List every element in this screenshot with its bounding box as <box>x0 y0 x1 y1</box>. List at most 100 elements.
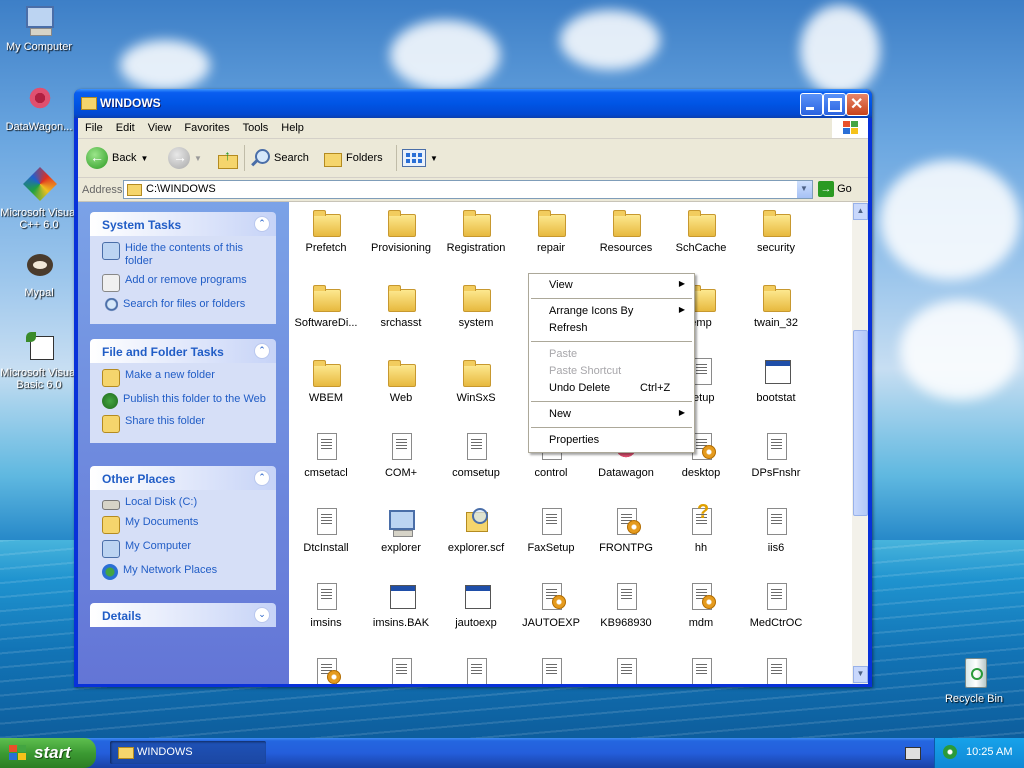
file-item[interactable]: MedCtrOC <box>739 581 813 629</box>
other-places-header[interactable]: Other Places ⌃ <box>90 466 276 490</box>
minimize-button[interactable] <box>800 93 823 116</box>
place-my-computer[interactable]: My Computer <box>102 540 268 558</box>
system-tasks-header[interactable]: System Tasks ⌃ <box>90 212 276 236</box>
task-share-folder[interactable]: Share this folder <box>102 415 268 433</box>
file-item[interactable] <box>514 656 588 684</box>
taskbar-window-button[interactable]: WINDOWS <box>110 741 266 764</box>
folders-button[interactable]: Folders <box>322 146 383 170</box>
keyboard-icon[interactable] <box>905 747 921 760</box>
collapse-icon[interactable]: ⌃ <box>254 470 270 486</box>
file-item[interactable]: repair <box>514 206 588 254</box>
file-item[interactable]: comsetup <box>439 431 513 479</box>
file-item[interactable]: SchCache <box>664 206 738 254</box>
file-item[interactable] <box>589 656 663 684</box>
file-item[interactable]: Registration <box>439 206 513 254</box>
place-my-network-places[interactable]: My Network Places <box>102 564 268 580</box>
file-item[interactable]: Resources <box>589 206 663 254</box>
scrollbar-thumb[interactable] <box>853 330 868 516</box>
desktop-icon-datawagon[interactable]: DataWagon... <box>0 84 78 133</box>
file-item[interactable]: bootstat <box>739 356 813 404</box>
task-add-remove-programs[interactable]: Add or remove programs <box>102 274 268 292</box>
menu-file[interactable]: File <box>78 118 109 134</box>
collapse-icon[interactable]: ⌃ <box>254 216 270 232</box>
menu-tools[interactable]: Tools <box>236 118 275 134</box>
forward-button[interactable]: → ▼ <box>168 146 202 170</box>
task-search-files[interactable]: Search for files or folders <box>102 298 268 314</box>
file-item[interactable]: DPsFnshr <box>739 431 813 479</box>
file-item[interactable]: FaxSetup <box>514 506 588 554</box>
expand-icon[interactable]: ⌄ <box>254 607 270 623</box>
file-item[interactable]: FRONTPG <box>589 506 663 554</box>
file-item[interactable]: Provisioning <box>364 206 438 254</box>
file-item[interactable]: Web <box>364 356 438 404</box>
vertical-scrollbar[interactable]: ▲ ▼ <box>852 202 868 684</box>
file-item[interactable]: COM+ <box>364 431 438 479</box>
file-item[interactable]: security <box>739 206 813 254</box>
task-hide-contents[interactable]: Hide the contents of this folder <box>102 242 268 268</box>
file-item[interactable]: Prefetch <box>289 206 363 254</box>
task-make-new-folder[interactable]: Make a new folder <box>102 369 268 387</box>
panel-title: Other Places <box>102 472 176 486</box>
file-item[interactable]: ? hh <box>664 502 738 554</box>
close-button[interactable]: ✕ <box>846 93 869 116</box>
menu-edit[interactable]: Edit <box>109 118 141 134</box>
desktop-icon-recycle-bin[interactable]: Recycle Bin <box>935 656 1013 705</box>
place-my-documents[interactable]: My Documents <box>102 516 268 534</box>
file-folder-tasks-header[interactable]: File and Folder Tasks ⌃ <box>90 339 276 363</box>
context-menu-refresh[interactable]: Refresh <box>530 320 693 337</box>
address-dropdown-button[interactable]: ▼ <box>797 181 812 198</box>
file-item[interactable]: imsins.BAK <box>364 581 438 629</box>
file-item[interactable]: mdm <box>664 581 738 629</box>
file-item[interactable]: twain_32 <box>739 281 813 329</box>
file-item[interactable] <box>664 656 738 684</box>
context-menu-new[interactable]: New ▶ <box>530 406 693 423</box>
file-item[interactable]: WinSxS <box>439 356 513 404</box>
file-item[interactable] <box>364 656 438 684</box>
file-item[interactable]: KB968930 <box>589 581 663 629</box>
explorer-window: WINDOWS ✕ File Edit View Favorites Tools Help… <box>74 89 872 687</box>
details-header[interactable]: Details ⌄ <box>90 603 276 627</box>
file-item[interactable]: SoftwareDi... <box>289 281 363 329</box>
title-bar[interactable]: WINDOWS ✕ <box>74 89 872 118</box>
menu-favorites[interactable]: Favorites <box>177 118 235 134</box>
file-item[interactable]: jautoexp <box>439 581 513 629</box>
file-item[interactable]: JAUTOEXP <box>514 581 588 629</box>
file-item[interactable]: srchasst <box>364 281 438 329</box>
task-publish-to-web[interactable]: Publish this folder to the Web <box>102 393 268 409</box>
desktop-icon-mypal[interactable]: Mypal <box>0 250 78 299</box>
collapse-icon[interactable]: ⌃ <box>254 343 270 359</box>
maximize-button[interactable] <box>823 93 846 116</box>
desktop-icon-visual-cpp[interactable]: Microsoft Visual C++ 6.0 <box>0 167 78 231</box>
clock[interactable]: 10:25 AM <box>966 746 1012 758</box>
desktop-icon-my-computer[interactable]: My Computer <box>0 4 78 53</box>
go-button[interactable]: → Go <box>818 181 852 197</box>
scroll-down-button[interactable]: ▼ <box>853 666 868 683</box>
file-item[interactable]: explorer <box>364 506 438 554</box>
file-item[interactable] <box>289 656 363 684</box>
network-status-icon[interactable] <box>943 745 957 759</box>
context-menu-undo-delete[interactable]: Undo Delete Ctrl+Z <box>530 380 693 397</box>
place-local-disk[interactable]: Local Disk (C:) <box>102 496 268 510</box>
file-item[interactable] <box>439 656 513 684</box>
file-item[interactable]: explorer.scf <box>439 506 513 554</box>
search-button[interactable]: Search <box>250 146 309 170</box>
file-item[interactable]: DtcInstall <box>289 506 363 554</box>
start-button[interactable]: start <box>0 738 96 768</box>
menu-view[interactable]: View <box>141 118 178 134</box>
address-input[interactable]: C:\WINDOWS ▼ <box>123 180 813 199</box>
scroll-up-button[interactable]: ▲ <box>853 203 868 220</box>
desktop-icon-visual-basic[interactable]: Microsoft Visual Basic 6.0 <box>0 330 78 391</box>
back-button[interactable]: ← Back ▼ <box>86 146 148 170</box>
context-menu-arrange-icons-by[interactable]: Arrange Icons By ▶ <box>530 303 693 320</box>
file-item[interactable]: iis6 <box>739 506 813 554</box>
views-button[interactable]: ▼ <box>402 146 438 170</box>
context-menu-view[interactable]: View ▶ <box>530 277 693 294</box>
file-item[interactable]: imsins <box>289 581 363 629</box>
file-item[interactable]: system <box>439 281 513 329</box>
file-item[interactable] <box>739 656 813 684</box>
menu-help[interactable]: Help <box>274 118 310 134</box>
context-menu-properties[interactable]: Properties <box>530 432 693 449</box>
file-item[interactable]: cmsetacl <box>289 431 363 479</box>
up-folder-button[interactable]: ↑ <box>216 146 238 170</box>
file-item[interactable]: WBEM <box>289 356 363 404</box>
